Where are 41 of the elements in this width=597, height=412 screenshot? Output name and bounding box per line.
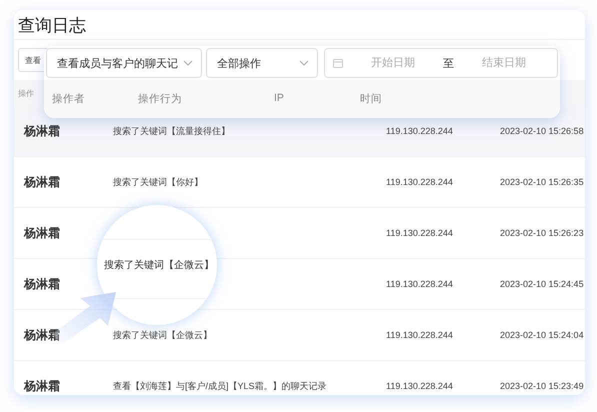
magnified-action-text: 搜索了关键词【企微云】 [104,258,214,272]
action-text: 搜索了关键词【你好】 [113,176,203,188]
operator-name: 杨淋霜 [24,276,60,292]
timestamp: 2023-02-10 15:24:45 [500,279,584,289]
dropdown-select[interactable]: 查看成员与客户的聊天记 [46,48,202,78]
ip-address: 119.130.228.244 [386,381,453,391]
range-separator: 至 [443,56,454,70]
column-header: 操作 [18,88,34,98]
timestamp: 2023-02-10 15:26:58 [500,126,584,136]
log-row[interactable]: 杨淋霜 搜索了关键词【企微云】 119.130.228.244 2023-02-10 15:24:04 [14,310,585,361]
operator-name: 杨淋霜 [24,224,60,242]
action-text: 查看【刘海莲】与[客户/成员]【YLS霜。】的聊天记录 [113,380,327,392]
chevron-down-icon [183,60,193,66]
start-date-input[interactable]: 开始日期 [351,56,435,70]
calendar-icon [333,58,343,68]
column-header: IP [274,92,285,106]
operator-name: 杨淋霜 [24,326,60,344]
column-header: 操作行为 [138,92,183,106]
timestamp: 2023-02-10 15:26:23 [500,228,584,238]
operator-name: 杨淋霜 [24,378,60,394]
timestamp: 2023-02-10 15:26:35 [500,177,584,187]
end-date-input[interactable]: 结束日期 [462,56,546,70]
chevron-down-icon [299,60,309,66]
action-text: 搜索了关键词【流量接得住】 [113,124,230,138]
ip-address: 119.130.228.244 [386,177,453,187]
ip-address: 119.130.228.244 [386,330,453,340]
ip-address: 119.130.228.244 [386,228,453,238]
log-row[interactable]: 杨淋霜 查看【刘海莲】与[客户/成员]【YLS霜。】的聊天记录 119.130.228.244 2023-02-10 15:23:49 [14,361,585,395]
column-header: 操作者 [52,92,86,106]
column-header: 时间 [360,92,383,106]
log-row[interactable]: 杨淋霜 搜索了关键词【你好】 119.130.228.244 2023-02-10 15:26:35 [14,157,585,208]
ip-address: 119.130.228.244 [386,279,453,289]
timestamp: 2023-02-10 15:23:49 [500,381,584,391]
operator-name: 杨淋霜 [24,174,60,190]
ip-address: 119.130.228.244 [386,126,453,136]
dropdown-select[interactable]: 全部操作 [206,48,318,78]
timestamp: 2023-02-10 15:24:04 [500,330,584,340]
date-range-field[interactable]: 开始日期 至 结束日期 [324,48,558,78]
page-title: 查询日志 [14,10,585,40]
action-text: 搜索了关键词【企微云】 [113,328,212,342]
operator-name: 杨淋霜 [24,122,60,140]
